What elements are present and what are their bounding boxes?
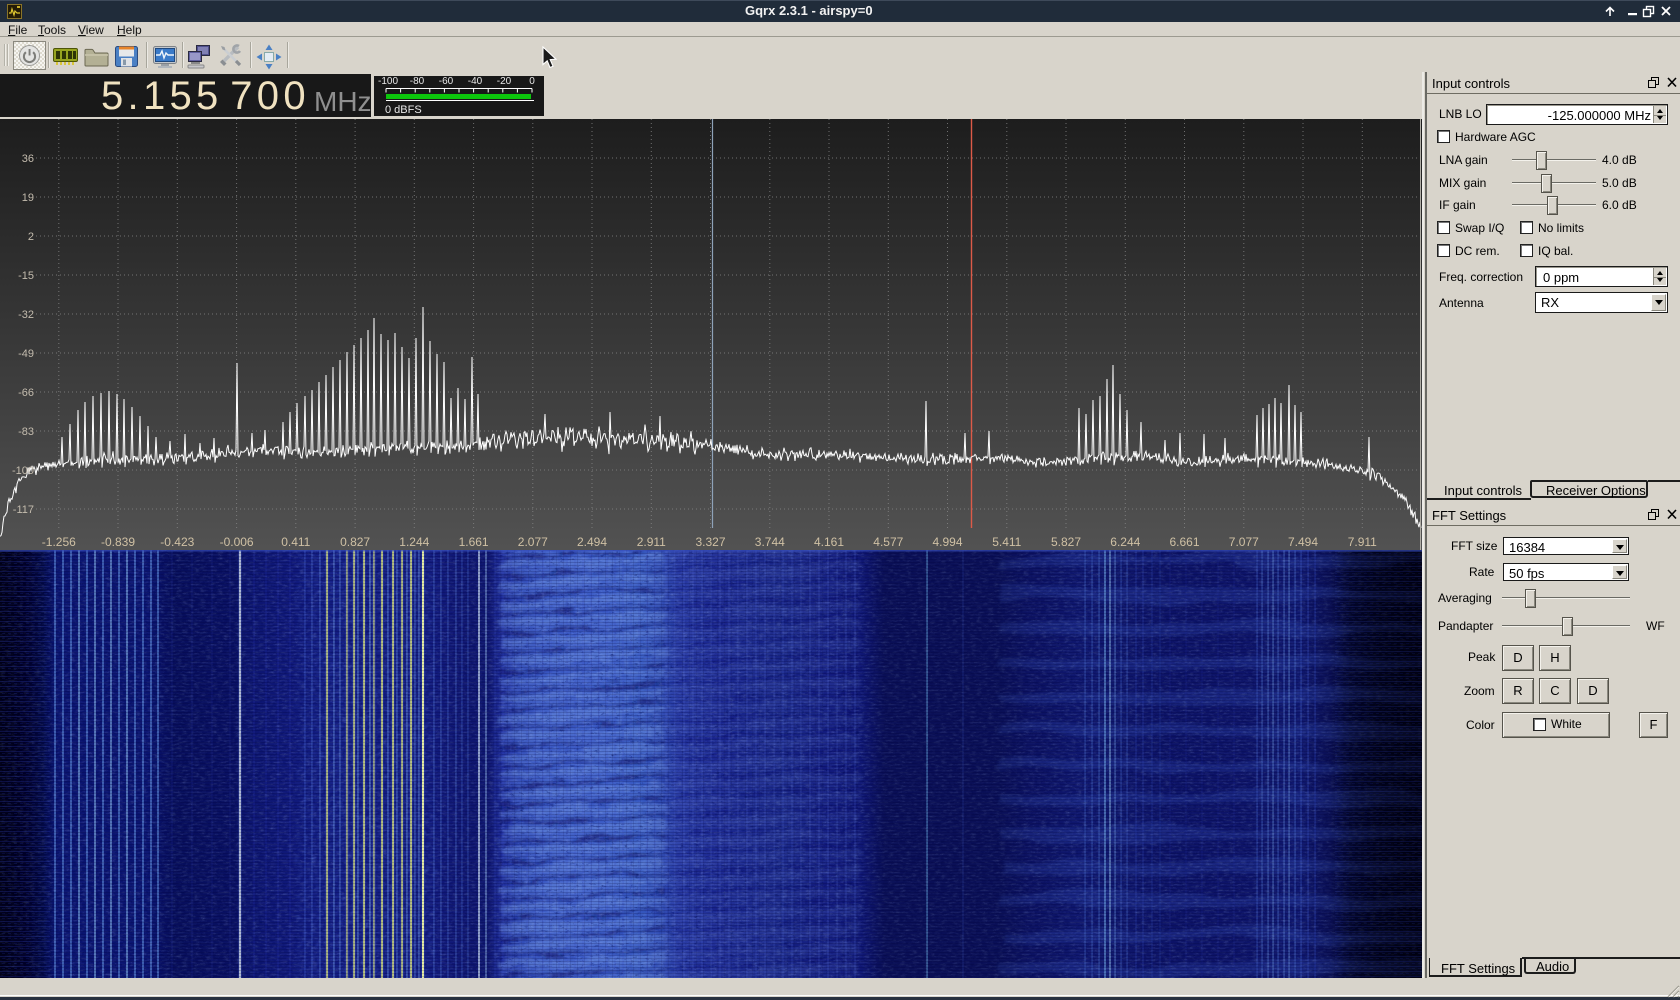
svg-text:0.411: 0.411 [281,535,310,549]
svg-text:7.911: 7.911 [1348,535,1377,549]
svg-text:1.661: 1.661 [459,535,489,549]
svg-text:-32: -32 [18,309,34,321]
svg-text:2.077: 2.077 [518,535,548,549]
svg-text:-83: -83 [18,426,34,438]
svg-text:1.244: 1.244 [399,535,429,549]
svg-text:3.327: 3.327 [695,535,725,549]
svg-text:-0.423: -0.423 [160,535,194,549]
svg-text:-49: -49 [18,348,34,360]
svg-text:-15: -15 [18,270,34,282]
svg-text:-100: -100 [12,465,34,477]
svg-text:7.077: 7.077 [1229,535,1259,549]
svg-text:6.244: 6.244 [1110,535,1140,549]
svg-text:19: 19 [22,192,34,204]
svg-text:-0.006: -0.006 [220,535,254,549]
svg-text:6.661: 6.661 [1169,535,1199,549]
svg-text:4.161: 4.161 [814,535,844,549]
svg-text:2.494: 2.494 [577,535,607,549]
svg-text:4.994: 4.994 [932,535,962,549]
svg-text:0.827: 0.827 [340,535,370,549]
svg-text:5.827: 5.827 [1051,535,1081,549]
svg-text:2.911: 2.911 [637,535,666,549]
svg-text:-66: -66 [18,387,34,399]
svg-text:-117: -117 [13,504,34,516]
svg-text:-1.256: -1.256 [42,535,76,549]
svg-text:36: 36 [22,153,34,165]
svg-text:3.744: 3.744 [755,535,785,549]
svg-text:7.494: 7.494 [1288,535,1318,549]
svg-text:4.577: 4.577 [873,535,903,549]
svg-text:5.411: 5.411 [992,535,1021,549]
svg-text:2: 2 [28,231,34,243]
svg-text:-0.839: -0.839 [101,535,135,549]
